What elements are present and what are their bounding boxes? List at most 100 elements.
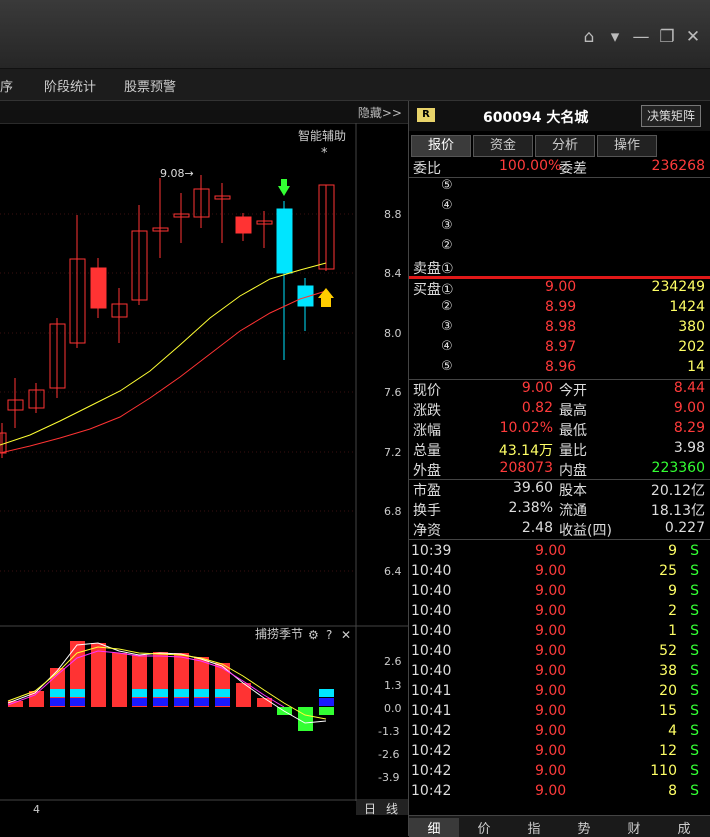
tick-row: 10:41 9.00 15 S [411,703,699,719]
close-icon[interactable]: ✕ [684,26,702,48]
ma10-line [0,290,327,454]
bottom-tabs: 细 价 指 势 财 成 [409,815,710,837]
quote-row-pct: 涨幅 10.02% 最低 8.29 [413,420,705,439]
price-tick: 6.8 [384,505,402,518]
weibi-row: 委比 100.00% 委差 236268 [413,158,705,177]
tab-operation[interactable]: 操作 [597,135,657,157]
tick-row: 10:41 9.00 20 S [411,683,699,699]
macd-bar [257,698,272,707]
tick-row: 10:40 9.00 9 S [411,583,699,599]
tick-list[interactable]: 10:39 9.00 9 S 10:40 9.00 25 S 10:40 9.00 9 S 10:… [409,542,710,814]
minimize-icon[interactable]: — [632,26,650,48]
close-icon[interactable]: ✕ [341,628,351,642]
settings-icon[interactable]: ⚙ [308,628,319,642]
help-icon[interactable]: ? [326,628,332,642]
stock-header: R 600094 大名城 决策矩阵 [409,101,710,131]
tab-detail[interactable]: 细 [409,818,459,837]
tab-quote[interactable]: 报价 [411,135,471,157]
tab-finance[interactable]: 财 [609,818,659,837]
tab-deals[interactable]: 成 [659,818,709,837]
buy-level-5[interactable]: ⑤ 8.96 14 [409,358,710,378]
tick-row: 10:42 9.00 12 S [411,743,699,759]
candle [235,216,252,234]
macd-tick: 1.3 [384,679,402,692]
quote-tabs: 报价 资金 分析 操作 [409,135,710,157]
macd-label: 捕捞季节 [255,626,303,641]
window-controls: ⌂ ▾ — ❐ ✕ [580,26,702,48]
tab-index[interactable]: 指 [509,818,559,837]
tick-row: 10:40 9.00 52 S [411,643,699,659]
buy-level-4[interactable]: ④ 8.97 202 [409,338,710,358]
macd-bar [319,707,334,715]
price-tick: 8.8 [384,208,402,221]
macd-tick: -2.6 [378,748,399,761]
sell-level-2: ② [441,238,453,253]
buy-level-2[interactable]: ② 8.99 1424 [409,298,710,318]
date-label: 4 [33,803,40,816]
menu-item-sort[interactable]: 序 [0,76,13,95]
buy-level-1[interactable]: 买盘① 9.00 234249 [409,278,710,298]
fund-row-pe: 市盈 39.60 股本 20.12亿 [413,480,705,499]
stock-code-name: 600094 大名城 [483,110,589,126]
macd-tick: -1.3 [378,725,399,738]
tick-row: 10:42 9.00 110 S [411,763,699,779]
macd-tick: 2.6 [384,655,402,668]
candlesticks [0,175,335,458]
sell-signal-icon [318,288,334,307]
macd-tick: 0.0 [384,702,402,715]
menu-item-stage-stats[interactable]: 阶段统计 [44,76,96,95]
buy-signal-icon [278,179,290,196]
chart-toolbar: 隐藏>> [0,101,408,124]
tick-row: 10:39 9.00 9 S [411,543,699,559]
tick-row: 10:42 9.00 4 S [411,723,699,739]
tab-price[interactable]: 价 [459,818,509,837]
sell-level-4: ④ [441,198,453,213]
macd-tick: -3.9 [378,771,399,784]
ma5-line [0,262,327,446]
hide-toggle[interactable]: 隐藏>> [358,104,402,121]
decision-matrix-button[interactable]: 决策矩阵 [640,105,701,127]
price-tick: 8.0 [384,327,402,340]
indicator-label[interactable]: 智能辅助 [298,128,346,143]
restore-icon[interactable]: ❐ [658,26,676,48]
candle [276,208,293,274]
tick-row: 10:40 9.00 25 S [411,563,699,579]
tab-analysis[interactable]: 分析 [535,135,595,157]
r-badge: R [417,108,435,122]
kline-chart-area[interactable]: 隐藏>> 8.8 8.4 8.0 7.6 7.2 6.8 6.4 智能辅助 * … [0,101,408,836]
price-tick: 7.6 [384,386,402,399]
macd-bar [298,707,313,731]
kline-chart[interactable]: 8.8 8.4 8.0 7.6 7.2 6.8 6.4 智能辅助 * 9.08→ [0,123,408,836]
indicator-star: * [321,146,328,161]
candle [90,267,107,309]
menu-item-stock-alert[interactable]: 股票预警 [124,76,176,95]
period-line-button[interactable]: 线 [386,802,398,816]
period-day-button[interactable]: 日 [364,802,376,816]
high-price-label: 9.08→ [160,167,194,180]
sell-level-3: ③ [441,218,453,233]
home-icon[interactable]: ⌂ [580,26,598,48]
tick-row: 10:40 9.00 1 S [411,623,699,639]
macd-bar [112,653,127,707]
fund-row-netasset: 净资 2.48 收益(四) 0.227 [413,520,705,539]
sell-level-1: 卖盘① [413,261,454,277]
tab-capital[interactable]: 资金 [473,135,533,157]
quote-row-price: 现价 9.00 今开 8.44 [413,380,705,399]
fund-row-turnover: 换手 2.38% 流通 18.13亿 [413,500,705,519]
quote-row-change: 涨跌 0.82 最高 9.00 [413,400,705,419]
quote-panel: R 600094 大名城 决策矩阵 报价 资金 分析 操作 委比 100.00%… [408,101,710,837]
buy-level-3[interactable]: ③ 8.98 380 [409,318,710,338]
tick-row: 10:40 9.00 38 S [411,663,699,679]
price-grid [0,213,356,572]
quote-row-volume: 总量 43.14万 量比 3.98 [413,440,705,459]
tab-trend[interactable]: 势 [559,818,609,837]
dropdown-icon[interactable]: ▾ [606,26,624,48]
tick-row: 10:40 9.00 2 S [411,603,699,619]
tick-row: 10:42 9.00 8 S [411,783,699,799]
quote-row-outer-inner: 外盘 208073 内盘 223360 [413,460,705,479]
price-tick: 6.4 [384,565,402,578]
price-tick: 8.4 [384,267,402,280]
price-tick: 7.2 [384,446,402,459]
menu-bar: 序 阶段统计 股票预警 [0,69,710,101]
sell-level-5: ⑤ [441,178,453,193]
